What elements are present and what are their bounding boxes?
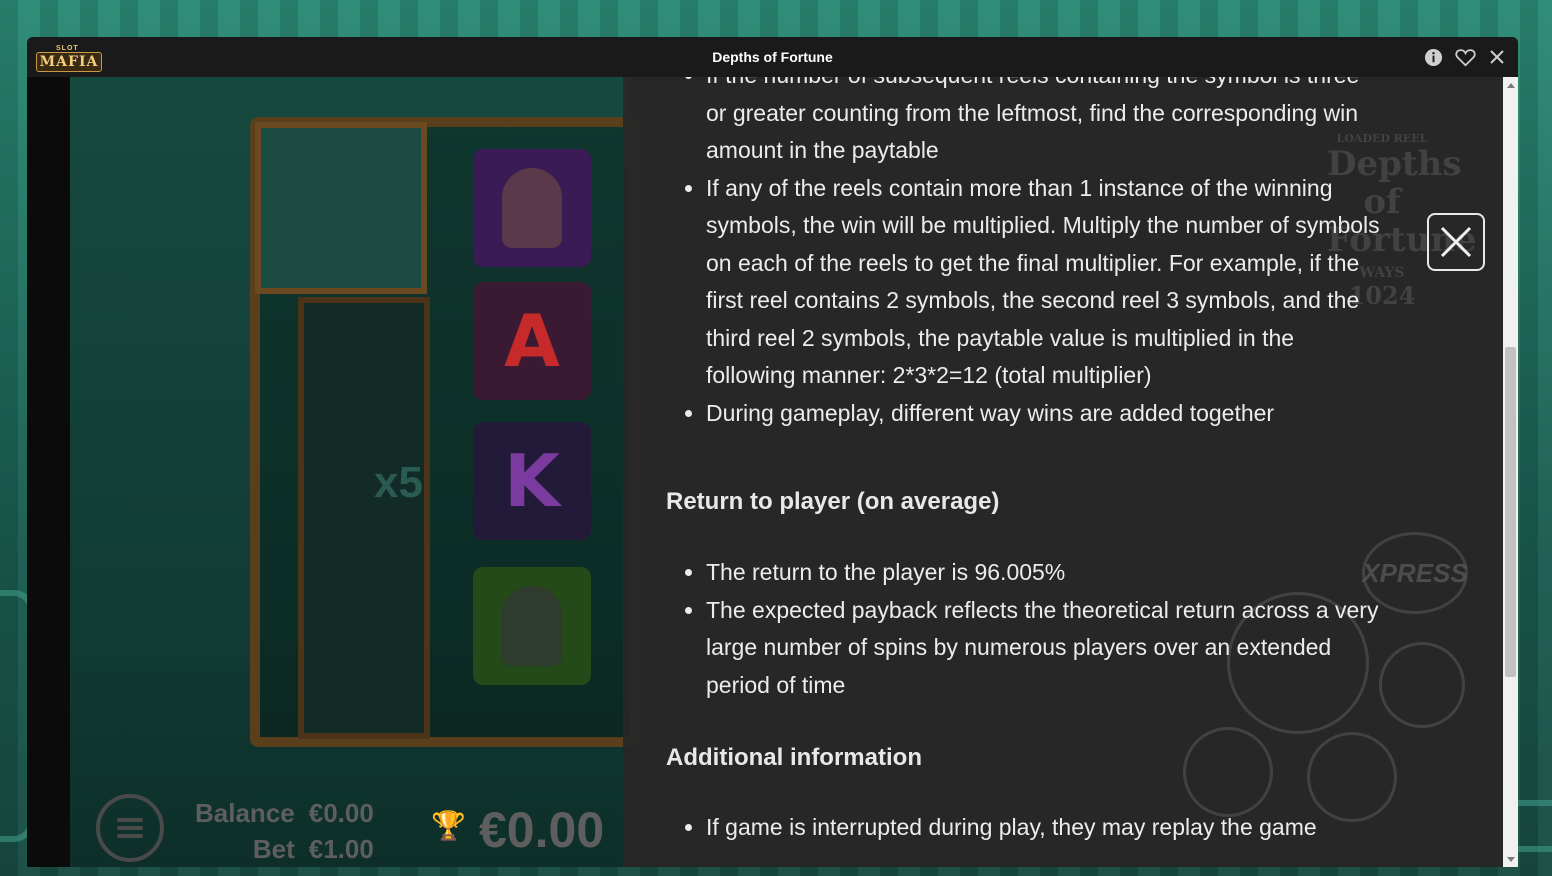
menu-button[interactable] bbox=[96, 794, 164, 862]
scrollbar-thumb[interactable] bbox=[1505, 347, 1516, 677]
info-icon[interactable] bbox=[1422, 46, 1444, 68]
slot-mafia-logo[interactable]: SLOT MAFIA bbox=[36, 45, 102, 72]
character-symbol bbox=[502, 168, 562, 248]
scroll-down-arrow-icon[interactable] bbox=[1503, 852, 1518, 867]
win-amount: €0.00 bbox=[479, 802, 605, 858]
additional-bullet-list: If game is interrupted during play, they… bbox=[666, 809, 1317, 847]
character-symbol bbox=[502, 586, 562, 666]
close-info-button[interactable] bbox=[1427, 213, 1485, 271]
multiplier-symbol: x5 bbox=[374, 458, 423, 507]
turbo-button[interactable] bbox=[1183, 727, 1273, 817]
list-item: If game is interrupted during play, they… bbox=[706, 809, 1317, 847]
ways-bullet-list: If the number of subsequent reels contai… bbox=[666, 77, 1386, 432]
content-viewport: x5 A K Balance €0.00 Bet €1.00 🏆 €0.00 LOA… bbox=[27, 77, 1518, 867]
balance-info: Balance €0.00 Bet €1.00 bbox=[195, 795, 374, 867]
coins-button[interactable] bbox=[1379, 642, 1465, 728]
letter-symbol-a: A bbox=[504, 299, 560, 383]
balance-label: Balance bbox=[195, 798, 295, 828]
additional-info-heading: Additional information bbox=[666, 744, 922, 771]
autoplay-button[interactable] bbox=[1307, 732, 1397, 822]
scrollbar[interactable] bbox=[1503, 77, 1518, 867]
title-bar-actions bbox=[1422, 46, 1508, 68]
window-title: Depths of Fortune bbox=[712, 49, 833, 65]
list-item: The expected payback reflects the theore… bbox=[706, 592, 1386, 705]
reel-column: x5 bbox=[298, 297, 430, 739]
list-item: The return to the player is 96.005% bbox=[706, 554, 1386, 592]
reel-window bbox=[255, 122, 427, 294]
rtp-bullet-list: The return to the player is 96.005% The … bbox=[666, 554, 1386, 704]
reel-symbol bbox=[473, 567, 591, 685]
heart-icon[interactable] bbox=[1454, 46, 1476, 68]
title-bar: SLOT MAFIA Depths of Fortune bbox=[27, 37, 1518, 77]
trophy-icon: 🏆 bbox=[431, 810, 466, 841]
reel-symbol: A bbox=[473, 282, 591, 400]
rtp-heading: Return to player (on average) bbox=[666, 488, 1000, 515]
list-item: If the number of subsequent reels contai… bbox=[706, 77, 1386, 170]
list-item: If any of the reels contain more than 1 … bbox=[706, 170, 1386, 395]
game-left-border bbox=[27, 77, 70, 867]
logo-top-text: SLOT bbox=[56, 45, 79, 52]
reel-symbol bbox=[473, 149, 591, 267]
letter-symbol-k: K bbox=[504, 439, 560, 523]
close-icon[interactable] bbox=[1486, 46, 1508, 68]
game-bottom-bar: Balance €0.00 Bet €1.00 🏆 €0.00 bbox=[70, 777, 630, 867]
bet-label: Bet bbox=[252, 834, 295, 864]
hamburger-icon bbox=[117, 818, 143, 838]
scroll-up-arrow-icon[interactable] bbox=[1503, 77, 1518, 92]
game-window: SLOT MAFIA Depths of Fortune x5 A K Bala… bbox=[27, 37, 1518, 867]
bet-value: €1.00 bbox=[308, 834, 374, 864]
balance-value: €0.00 bbox=[308, 798, 374, 828]
close-icon bbox=[1440, 226, 1472, 258]
game-canvas: x5 A K bbox=[70, 77, 640, 867]
logo-main-text: MAFIA bbox=[36, 52, 102, 72]
reel-symbol: K bbox=[473, 422, 591, 540]
list-item: During gameplay, different way wins are … bbox=[706, 395, 1386, 433]
